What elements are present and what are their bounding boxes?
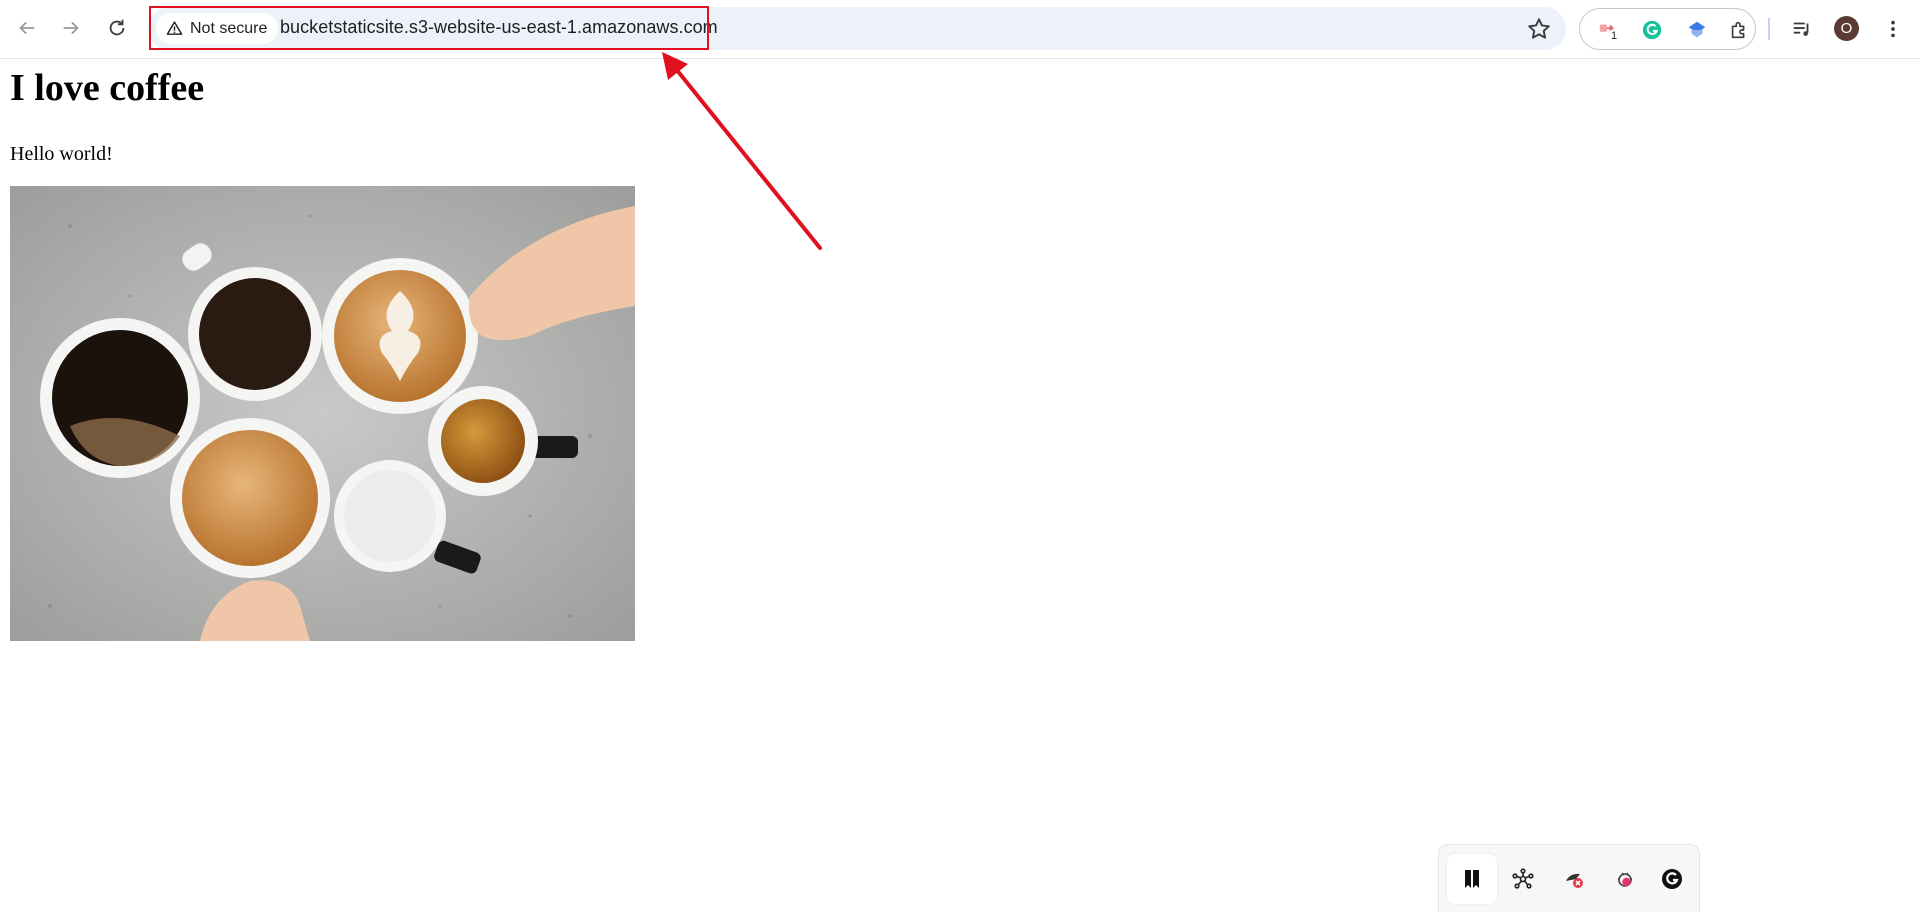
hacker-tool-button[interactable] bbox=[1549, 854, 1599, 904]
floating-extension-toolbar bbox=[1438, 844, 1700, 912]
extensions-group: 1 bbox=[1579, 8, 1756, 50]
bookmark-button[interactable] bbox=[1447, 854, 1497, 904]
profile-avatar[interactable]: O bbox=[1834, 16, 1859, 41]
kebab-menu-icon bbox=[1891, 20, 1895, 38]
browser-toolbar: Not secure bucketstaticsite.s3-website-u… bbox=[0, 0, 1920, 59]
hacker-icon bbox=[1566, 873, 1583, 888]
shield-cap-icon bbox=[1688, 21, 1706, 38]
extensions-menu-button[interactable] bbox=[1726, 17, 1752, 43]
network-icon bbox=[1512, 868, 1534, 889]
grammarly-ext-button[interactable] bbox=[1639, 17, 1665, 43]
puzzle-icon bbox=[1731, 21, 1745, 39]
forward-button[interactable] bbox=[52, 9, 90, 47]
browser-menu-button[interactable] bbox=[1878, 14, 1908, 44]
arrow-left-icon bbox=[19, 21, 35, 35]
grammarly-icon bbox=[1662, 869, 1682, 889]
arrow-right-icon bbox=[63, 21, 79, 35]
shield-ext-button[interactable] bbox=[1684, 17, 1710, 43]
coffee-cups-photo bbox=[10, 186, 635, 641]
url-highlight-annotation bbox=[149, 6, 709, 50]
grammarly-float-button[interactable] bbox=[1647, 854, 1697, 904]
media-control-button[interactable] bbox=[1787, 14, 1817, 44]
page-text: Hello world! bbox=[10, 143, 113, 165]
ext-pin-button[interactable]: 1 bbox=[1595, 17, 1621, 43]
reload-button[interactable] bbox=[98, 9, 136, 47]
back-button[interactable] bbox=[8, 9, 46, 47]
page-heading: I love coffee bbox=[10, 67, 205, 109]
bookmark-icon bbox=[1465, 870, 1479, 888]
grammarly-icon bbox=[1642, 20, 1662, 40]
reload-icon bbox=[109, 19, 125, 36]
ext-badge: 1 bbox=[1609, 30, 1620, 42]
toolbar-divider bbox=[1768, 18, 1770, 40]
bug-tool-button[interactable] bbox=[1600, 854, 1650, 904]
playlist-icon bbox=[1793, 22, 1809, 36]
network-button[interactable] bbox=[1498, 854, 1548, 904]
bug-icon bbox=[1618, 872, 1632, 887]
bookmark-star-icon[interactable] bbox=[1526, 16, 1552, 42]
